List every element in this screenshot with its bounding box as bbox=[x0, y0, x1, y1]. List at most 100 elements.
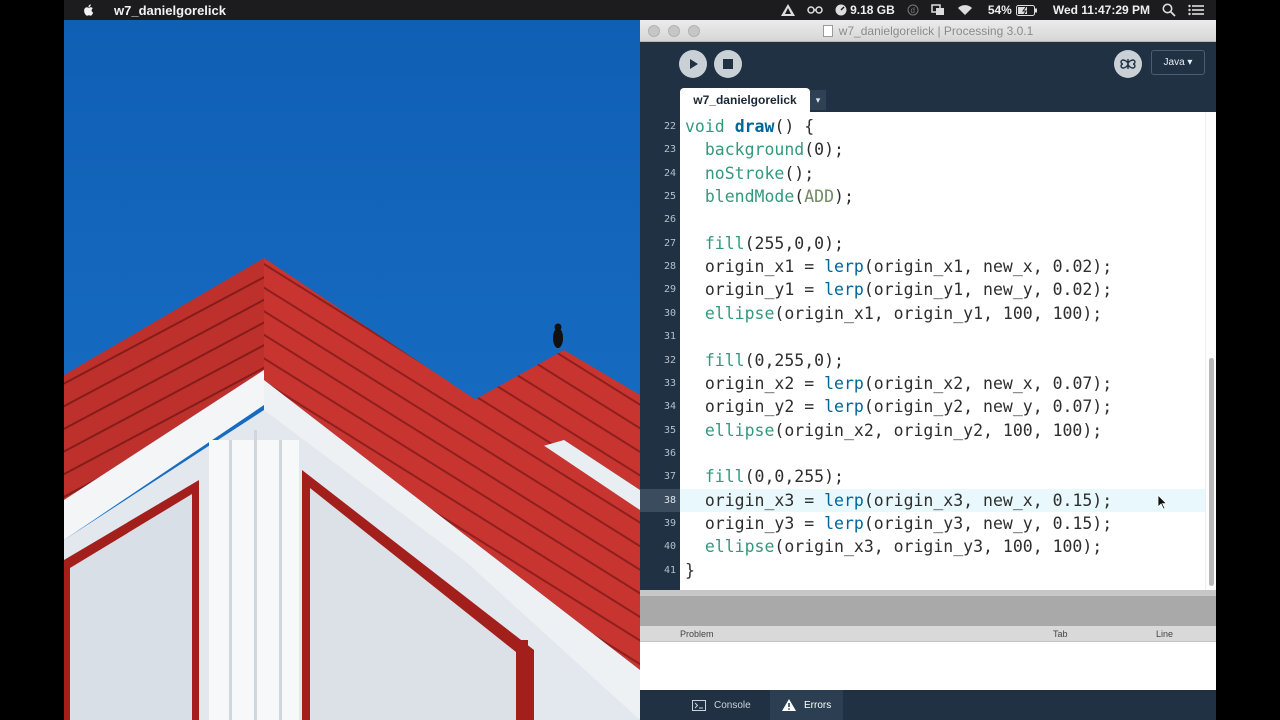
letterbox-left bbox=[0, 0, 64, 720]
code-line[interactable]: 30 ellipse(origin_x1, origin_y1, 100, 10… bbox=[640, 301, 1205, 325]
dictionary-icon[interactable]: d bbox=[907, 4, 919, 16]
stop-button[interactable] bbox=[714, 50, 742, 78]
line-code: noStroke(); bbox=[704, 163, 815, 183]
window-title-text: w7_danielgorelick | Processing 3.0.1 bbox=[838, 23, 1034, 38]
line-number: 30 bbox=[640, 301, 680, 325]
run-button[interactable] bbox=[679, 50, 707, 78]
code-line[interactable]: 36 bbox=[640, 441, 1205, 465]
tab-sketch[interactable]: w7_danielgorelick bbox=[680, 88, 810, 112]
minimize-button[interactable] bbox=[668, 24, 680, 37]
console-footer: Console Errors bbox=[640, 690, 1216, 720]
status-area: 9.18 GB d 54% Wed 11:47:29 PM bbox=[781, 0, 1216, 20]
column-problem[interactable]: Problem bbox=[680, 629, 714, 639]
letterbox-right bbox=[1216, 0, 1280, 720]
code-line[interactable]: 41} bbox=[640, 558, 1205, 582]
battery-icon bbox=[1015, 4, 1037, 16]
editor-scrollbar[interactable] bbox=[1205, 112, 1216, 590]
code-line[interactable]: 31 bbox=[640, 325, 1205, 349]
memory-indicator[interactable]: 9.18 GB bbox=[835, 3, 895, 17]
code-line[interactable]: 39 origin_y3 = lerp(origin_y3, new_y, 0.… bbox=[640, 511, 1205, 535]
code-editor[interactable]: 22 void draw() { 23 background(0); 24 noStr… bbox=[640, 112, 1216, 590]
line-number: 22 bbox=[640, 115, 680, 138]
code-line[interactable]: 26 bbox=[640, 208, 1205, 232]
code-line[interactable]: 32 fill(0,255,0); bbox=[640, 348, 1205, 372]
line-code: ellipse(origin_x2, origin_y2, 100, 100); bbox=[704, 420, 1103, 440]
line-code: fill(255,0,0); bbox=[704, 233, 844, 253]
sketch-tabs: w7_danielgorelick ▾ bbox=[640, 86, 1216, 112]
column-line[interactable]: Line bbox=[1156, 629, 1173, 639]
line-number: 29 bbox=[640, 278, 680, 302]
line-code: origin_y3 = lerp(origin_y3, new_y, 0.15)… bbox=[685, 513, 1113, 533]
apple-icon[interactable] bbox=[82, 3, 96, 17]
line-number: 33 bbox=[640, 371, 680, 395]
stop-icon bbox=[723, 59, 733, 69]
code-line[interactable]: 28 origin_x1 = lerp(origin_x1, new_x, 0.… bbox=[640, 255, 1205, 279]
line-number: 25 bbox=[640, 185, 680, 209]
code-line[interactable]: 25 blendMode(ADD); bbox=[640, 185, 1205, 209]
menu-bar: w7_danielgorelick 9.18 GB d 54% Wed 11:4… bbox=[64, 0, 1216, 20]
line-code: void draw() { bbox=[685, 117, 815, 136]
tab-console[interactable]: Console bbox=[680, 690, 763, 720]
line-code: blendMode(ADD); bbox=[704, 187, 854, 207]
debug-button[interactable] bbox=[1114, 50, 1142, 78]
tab-errors[interactable]: Errors bbox=[770, 690, 844, 720]
code-line[interactable]: 23 background(0); bbox=[640, 138, 1205, 162]
mouse-cursor-icon bbox=[1158, 495, 1168, 510]
code-line[interactable]: 34 origin_y2 = lerp(origin_y2, new_y, 0.… bbox=[640, 395, 1205, 419]
line-code: origin_x3 = lerp(origin_x3, new_x, 0.15)… bbox=[685, 490, 1113, 510]
errors-label: Errors bbox=[804, 699, 832, 711]
line-number: 35 bbox=[640, 418, 680, 442]
code-line[interactable]: 35 ellipse(origin_x2, origin_y2, 100, 10… bbox=[640, 418, 1205, 442]
code-line[interactable]: 40 ellipse(origin_x3, origin_y3, 100, 10… bbox=[640, 535, 1205, 559]
window-manager-icon[interactable] bbox=[931, 4, 945, 16]
line-code: origin_y1 = lerp(origin_y1, new_y, 0.02)… bbox=[685, 280, 1113, 300]
notification-center-icon[interactable] bbox=[1188, 4, 1204, 16]
code-line[interactable]: 38 origin_x3 = lerp(origin_x3, new_x, 0.… bbox=[640, 488, 1205, 512]
code-line[interactable]: 29 origin_y1 = lerp(origin_y1, new_y, 0.… bbox=[640, 278, 1205, 302]
mode-dropdown[interactable]: Java ▾ bbox=[1151, 50, 1205, 75]
console-label: Console bbox=[714, 699, 751, 711]
code-line[interactable]: 24 noStroke(); bbox=[640, 161, 1205, 185]
window-title: w7_danielgorelick | Processing 3.0.1 bbox=[640, 24, 1216, 38]
close-button[interactable] bbox=[648, 24, 660, 37]
butterfly-icon bbox=[1120, 59, 1136, 69]
wallpaper-house-image bbox=[64, 20, 640, 720]
code-line[interactable]: 27 fill(255,0,0); bbox=[640, 231, 1205, 255]
line-number: 26 bbox=[640, 208, 680, 232]
wifi-icon[interactable] bbox=[957, 4, 973, 16]
line-code: background(0); bbox=[704, 140, 844, 160]
column-tab[interactable]: Tab bbox=[1053, 629, 1068, 639]
desktop-wallpaper bbox=[64, 20, 640, 720]
spotlight-search-icon[interactable] bbox=[1162, 3, 1176, 17]
code-line[interactable]: 33 origin_x2 = lerp(origin_x2, new_x, 0.… bbox=[640, 371, 1205, 395]
line-number: 40 bbox=[640, 535, 680, 559]
code-line[interactable]: 22 void draw() { bbox=[640, 115, 1205, 138]
line-code: origin_x1 = lerp(origin_x1, new_x, 0.02)… bbox=[685, 257, 1113, 277]
message-area bbox=[640, 596, 1216, 626]
line-code: fill(0,0,255); bbox=[704, 467, 844, 487]
errors-list bbox=[640, 642, 1216, 690]
memory-value: 9.18 GB bbox=[850, 3, 895, 17]
clock[interactable]: Wed 11:47:29 PM bbox=[1053, 3, 1150, 17]
memory-gauge-icon bbox=[835, 4, 847, 16]
line-code: } bbox=[685, 560, 695, 580]
line-number: 31 bbox=[640, 325, 680, 349]
window-titlebar[interactable]: w7_danielgorelick | Processing 3.0.1 bbox=[640, 20, 1216, 42]
line-number: 28 bbox=[640, 255, 680, 279]
line-number: 32 bbox=[640, 348, 680, 372]
code-line[interactable]: 37 fill(0,0,255); bbox=[640, 465, 1205, 489]
tab-menu-button[interactable]: ▾ bbox=[810, 90, 826, 110]
line-number: 34 bbox=[640, 395, 680, 419]
line-code: ellipse(origin_x3, origin_y3, 100, 100); bbox=[704, 537, 1103, 557]
drive-icon[interactable] bbox=[781, 4, 796, 16]
warning-icon bbox=[782, 699, 796, 711]
line-code: ellipse(origin_x1, origin_y1, 100, 100); bbox=[704, 303, 1103, 323]
scroll-thumb[interactable] bbox=[1209, 358, 1214, 586]
battery-indicator[interactable]: 54% bbox=[985, 3, 1038, 17]
line-code: origin_y2 = lerp(origin_y2, new_y, 0.07)… bbox=[685, 397, 1113, 417]
glasses-icon[interactable] bbox=[807, 5, 823, 15]
processing-window: w7_danielgorelick | Processing 3.0.1 Jav… bbox=[640, 20, 1216, 720]
zoom-button[interactable] bbox=[688, 24, 700, 37]
active-app-name[interactable]: w7_danielgorelick bbox=[114, 3, 226, 18]
line-code: origin_x2 = lerp(origin_x2, new_x, 0.07)… bbox=[685, 373, 1113, 393]
